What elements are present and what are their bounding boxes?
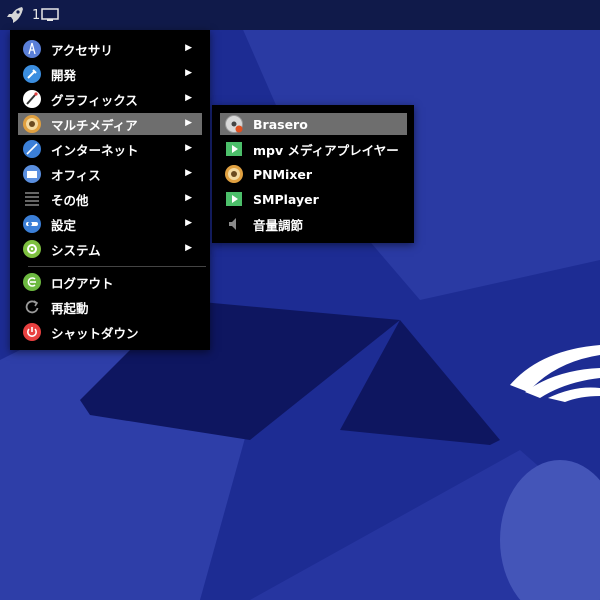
- submenu-item-volume-control[interactable]: 音量調節: [220, 213, 407, 235]
- menu-item-system[interactable]: システム ▶: [18, 238, 202, 260]
- multimedia-submenu: Brasero mpv メディアプレイヤー PNMixer SMPlayer 音…: [212, 105, 414, 243]
- development-hammer-icon: [23, 65, 41, 83]
- mpv-play-icon: [225, 140, 243, 158]
- submenu-item-brasero[interactable]: Brasero: [220, 113, 407, 135]
- app-menu-launcher[interactable]: [4, 5, 26, 25]
- settings-toggle-icon: [23, 215, 41, 233]
- monitor-icon: [41, 8, 60, 21]
- menu-item-label: アクセサリ: [51, 42, 113, 58]
- submenu-arrow-icon: ▶: [185, 193, 192, 203]
- office-icon: [23, 165, 41, 183]
- menu-item-label: 再起動: [51, 300, 89, 316]
- application-menu: アクセサリ ▶ 開発 ▶ グラフィックス ▶ マルチメディア ▶ インターネット…: [10, 30, 210, 350]
- menu-item-label: システム: [51, 242, 101, 258]
- graphics-brush-icon: [23, 90, 41, 108]
- submenu-arrow-icon: ▶: [185, 143, 192, 153]
- menu-separator: [28, 266, 206, 267]
- submenu-arrow-icon: ▶: [185, 93, 192, 103]
- system-gear-icon: [23, 240, 41, 258]
- smplayer-play-icon: [225, 190, 243, 208]
- logout-icon: [23, 273, 41, 291]
- pnmixer-speaker-icon: [225, 165, 243, 183]
- menu-item-accessories[interactable]: アクセサリ ▶: [18, 38, 202, 60]
- brasero-disc-icon: [225, 115, 243, 133]
- submenu-item-label: PNMixer: [253, 166, 313, 182]
- menu-item-shutdown[interactable]: シャットダウン: [18, 321, 202, 343]
- menu-item-label: シャットダウン: [51, 325, 139, 341]
- menu-item-label: オフィス: [51, 167, 101, 183]
- submenu-item-label: Brasero: [253, 116, 308, 132]
- menu-item-settings[interactable]: 設定 ▶: [18, 213, 202, 235]
- submenu-item-mpv[interactable]: mpv メディアプレイヤー: [220, 138, 407, 160]
- submenu-arrow-icon: ▶: [185, 118, 192, 128]
- menu-item-restart[interactable]: 再起動: [18, 296, 202, 318]
- multimedia-speaker-icon: [23, 115, 41, 133]
- menu-item-internet[interactable]: インターネット ▶: [18, 138, 202, 160]
- submenu-arrow-icon: ▶: [185, 243, 192, 253]
- menu-item-label: 開発: [51, 67, 77, 83]
- menu-item-label: その他: [51, 192, 89, 208]
- menu-item-label: ログアウト: [51, 275, 114, 291]
- submenu-item-label: mpv メディアプレイヤー: [253, 142, 399, 158]
- submenu-item-label: 音量調節: [253, 217, 304, 233]
- restart-icon: [23, 298, 41, 316]
- menu-item-office[interactable]: オフィス ▶: [18, 163, 202, 185]
- submenu-arrow-icon: ▶: [185, 43, 192, 53]
- accessories-compass-icon: [23, 40, 41, 58]
- submenu-item-smplayer[interactable]: SMPlayer: [220, 188, 407, 210]
- menu-item-other[interactable]: その他 ▶: [18, 188, 202, 210]
- rocket-icon: [7, 7, 23, 23]
- submenu-arrow-icon: ▶: [185, 218, 192, 228]
- submenu-arrow-icon: ▶: [185, 68, 192, 78]
- menu-item-graphics[interactable]: グラフィックス ▶: [18, 88, 202, 110]
- submenu-item-label: SMPlayer: [253, 191, 319, 207]
- volume-speaker-icon: [225, 215, 243, 233]
- submenu-item-pnmixer[interactable]: PNMixer: [220, 163, 407, 185]
- menu-item-label: マルチメディア: [51, 117, 138, 133]
- submenu-arrow-icon: ▶: [185, 168, 192, 178]
- workspace-number: 1: [32, 7, 41, 23]
- other-list-icon: [23, 190, 41, 208]
- power-icon: [23, 323, 41, 341]
- menu-item-label: 設定: [51, 217, 77, 233]
- workspace-switcher[interactable]: 1: [32, 5, 60, 25]
- menu-item-development[interactable]: 開発 ▶: [18, 63, 202, 85]
- menu-item-label: グラフィックス: [51, 92, 138, 108]
- top-panel: 1: [0, 0, 600, 30]
- internet-globe-icon: [23, 140, 41, 158]
- menu-item-multimedia[interactable]: マルチメディア ▶: [18, 113, 202, 135]
- menu-item-label: インターネット: [51, 142, 139, 158]
- menu-item-logout[interactable]: ログアウト: [18, 271, 202, 293]
